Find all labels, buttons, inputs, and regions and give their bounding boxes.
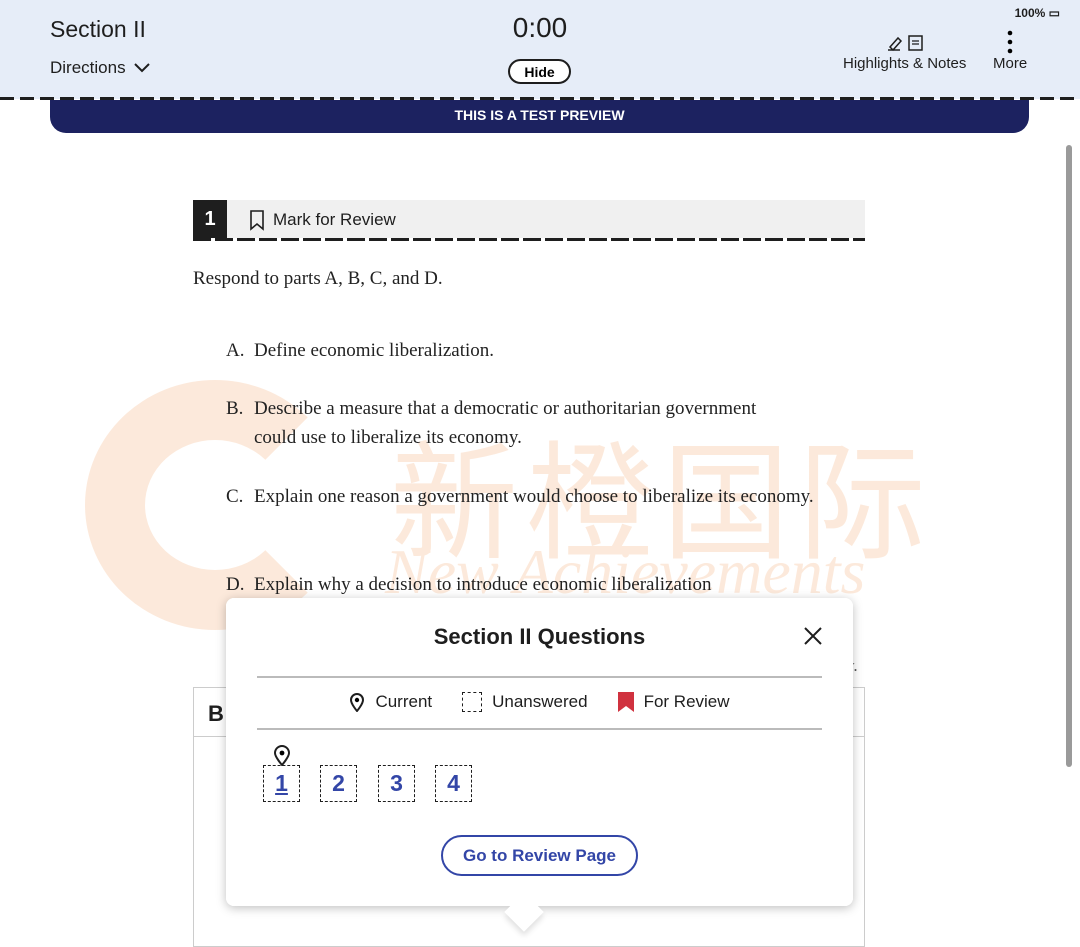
legend: Current Unanswered For Review — [226, 692, 853, 712]
section-questions-popup: Section II Questions Current Unanswered … — [226, 598, 853, 932]
more-button[interactable]: More — [993, 30, 1027, 72]
divider — [257, 728, 822, 730]
highlights-notes-button[interactable]: Highlights & Notes — [843, 33, 966, 72]
test-preview-banner: THIS IS A TEST PREVIEW — [50, 100, 1029, 133]
part-letter: A. — [226, 340, 245, 361]
close-icon[interactable] — [801, 624, 825, 648]
question-header: 1 Mark for Review — [193, 200, 865, 238]
more-label: More — [993, 55, 1028, 72]
go-to-review-page-button[interactable]: Go to Review Page — [441, 835, 638, 876]
part-letter: D. — [226, 574, 245, 595]
highlights-notes-label: Highlights & Notes — [843, 55, 967, 72]
part-letter: C. — [226, 486, 244, 507]
question-1-button[interactable]: 1 — [263, 765, 300, 802]
location-pin-icon — [350, 693, 365, 712]
part-text: Define economic liberalization. — [254, 340, 495, 361]
mark-label: Mark for Review — [273, 210, 396, 229]
part-b: B. Describe a measure that a democratic o… — [226, 394, 774, 452]
unanswered-box-icon — [462, 692, 483, 712]
current-location-pin-icon — [273, 745, 291, 766]
bookmark-filled-icon — [617, 692, 634, 712]
divider — [257, 676, 822, 678]
popup-title: Section II Questions — [433, 624, 646, 649]
hide-timer-button[interactable]: Hide — [508, 59, 571, 84]
part-c: C. Explain one reason a government would … — [226, 482, 844, 511]
battery-percent: 100% — [1014, 6, 1046, 20]
question-2-button[interactable]: 2 — [320, 765, 357, 802]
question-4-button[interactable]: 4 — [435, 765, 472, 802]
battery-icon: ▭ — [1048, 6, 1060, 20]
highlighter-note-icon — [843, 33, 966, 55]
more-vertical-icon — [993, 30, 1027, 55]
legend-current: Current — [375, 692, 433, 711]
directions-label: Directions — [50, 58, 126, 77]
scrollbar[interactable] — [1066, 145, 1072, 767]
part-d: D. Explain why a decision to introduce ec… — [226, 570, 844, 599]
part-a: A. Define economic liberalization. — [226, 336, 844, 365]
legend-unanswered: Unanswered — [492, 692, 588, 711]
part-text: Explain why a decision to introduce econ… — [254, 574, 712, 595]
bookmark-icon — [250, 210, 264, 231]
directions-dropdown[interactable]: Directions — [50, 58, 150, 78]
question-prompt: Respond to parts A, B, C, and D. — [193, 268, 443, 289]
question-divider — [193, 238, 865, 241]
part-text: Describe a measure that a democratic or … — [254, 398, 757, 448]
battery-status: 100% ▭ — [1015, 6, 1060, 20]
part-letter: B. — [226, 398, 244, 419]
part-text: Explain one reason a government would ch… — [254, 486, 814, 507]
legend-review: For Review — [643, 692, 730, 711]
top-header: Section II Directions 0:00 Hide 100% ▭ H… — [0, 0, 1080, 99]
question-3-button[interactable]: 3 — [378, 765, 415, 802]
mark-for-review-button[interactable]: Mark for Review — [249, 209, 396, 231]
question-number: 1 — [193, 200, 227, 238]
chevron-down-icon — [133, 63, 150, 73]
